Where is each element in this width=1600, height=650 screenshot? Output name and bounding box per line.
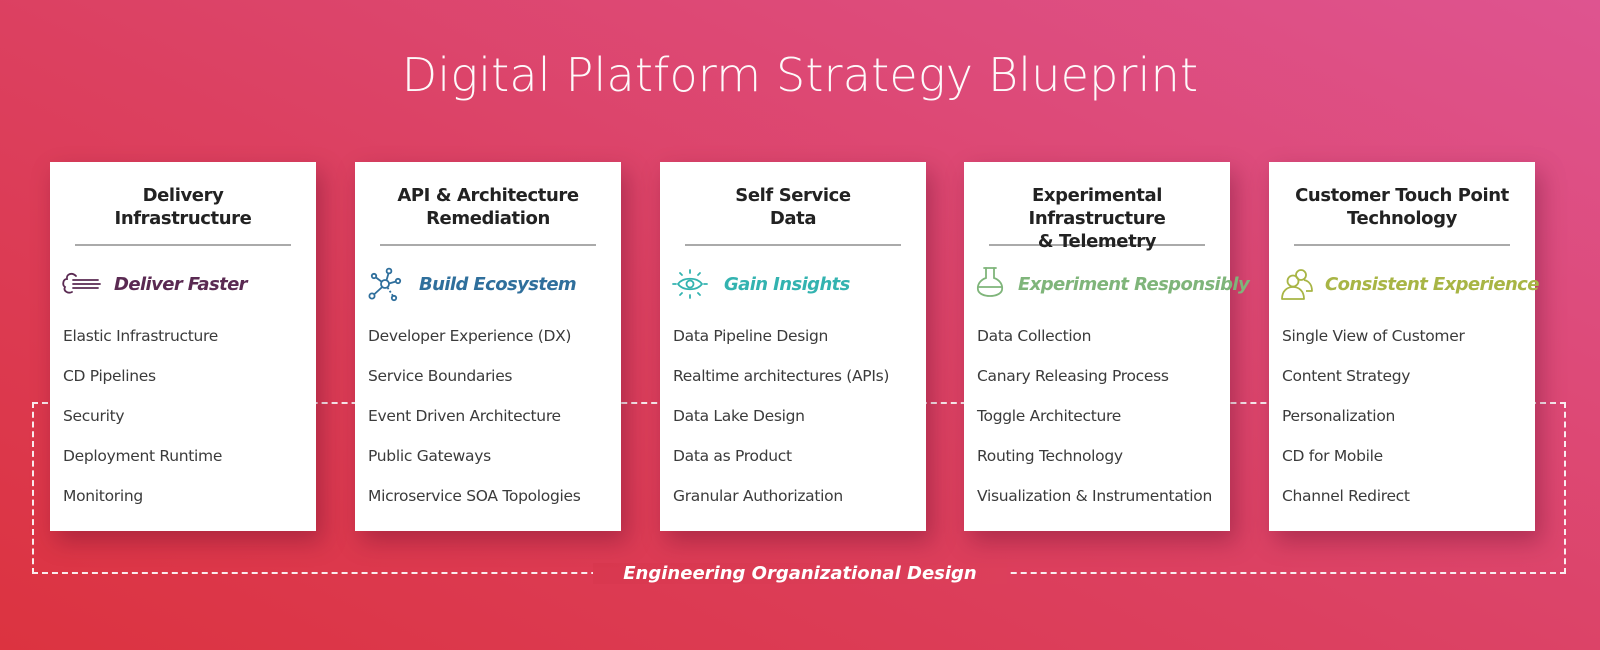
theme-label: Consistent Experience xyxy=(1325,273,1539,295)
list-item: Public Gateways xyxy=(368,447,491,465)
pillar-cards: Delivery Infrastructure Deliver Faster E… xyxy=(0,162,1600,532)
item-list: Data Collection Canary Releasing Process… xyxy=(964,316,1230,516)
card-title: API & Architecture Remediation xyxy=(397,185,579,229)
item-list: Single View of Customer Content Strategy… xyxy=(1269,316,1535,516)
card-theme: Consistent Experience xyxy=(1269,266,1539,302)
card-theme: Build Ecosystem xyxy=(355,266,621,302)
item-list: Data Pipeline Design Realtime architectu… xyxy=(660,316,926,516)
card-theme: Experiment Responsibly xyxy=(964,266,1250,302)
list-item: Microservice SOA Topologies xyxy=(368,487,581,505)
list-item: Security xyxy=(63,407,125,425)
list-item: Elastic Infrastructure xyxy=(63,327,218,345)
divider xyxy=(1294,244,1510,246)
wind-cloud-icon xyxy=(62,272,101,294)
theme-label: Deliver Faster xyxy=(114,273,248,295)
list-item: Data Lake Design xyxy=(673,407,805,425)
theme-label: Build Ecosystem xyxy=(419,273,577,295)
list-item: Data Pipeline Design xyxy=(673,327,829,345)
divider xyxy=(75,244,291,246)
list-item: Visualization & Instrumentation xyxy=(977,487,1213,505)
card-title: Delivery Infrastructure xyxy=(114,185,252,229)
divider xyxy=(380,244,596,246)
theme-label: Gain Insights xyxy=(724,273,850,295)
list-item: CD Pipelines xyxy=(63,367,156,385)
card-self-service-data: Self Service Data Gain Insights Data Pip… xyxy=(660,162,926,531)
users-icon xyxy=(1281,269,1313,300)
item-list: Elastic Infrastructure CD Pipelines Secu… xyxy=(50,316,316,516)
card-theme: Deliver Faster xyxy=(50,266,316,302)
list-item: Data as Product xyxy=(673,447,792,465)
card-experimental-infrastructure: Experimental Infrastructure & Telemetry … xyxy=(964,162,1250,531)
card-api-architecture: API & Architecture Remediation Build Eco… xyxy=(355,162,621,531)
list-item: Personalization xyxy=(1282,407,1396,425)
list-item: Realtime architectures (APIs) xyxy=(673,367,890,385)
divider xyxy=(685,244,901,246)
list-item: Service Boundaries xyxy=(368,367,513,385)
list-item: Content Strategy xyxy=(1282,367,1411,385)
list-item: Event Driven Architecture xyxy=(368,407,561,425)
list-item: Data Collection xyxy=(977,327,1092,345)
list-item: Granular Authorization xyxy=(673,487,843,505)
network-hub-icon xyxy=(368,267,402,302)
card-title: Customer Touch Point Technology xyxy=(1295,185,1509,229)
card-delivery-infrastructure: Delivery Infrastructure Deliver Faster E… xyxy=(50,162,316,531)
theme-label: Experiment Responsibly xyxy=(1018,273,1250,295)
card-title: Self Service Data xyxy=(735,185,851,229)
list-item: Routing Technology xyxy=(977,447,1123,465)
list-item: Single View of Customer xyxy=(1282,327,1465,345)
flask-icon xyxy=(976,267,1004,297)
list-item: Monitoring xyxy=(63,487,143,505)
card-title: Experimental Infrastructure & Telemetry xyxy=(1028,185,1166,252)
list-item: Channel Redirect xyxy=(1282,487,1410,505)
list-item: Canary Releasing Process xyxy=(977,367,1169,385)
eye-insight-icon xyxy=(672,269,708,299)
list-item: Toggle Architecture xyxy=(977,407,1121,425)
item-list: Developer Experience (DX) Service Bounda… xyxy=(355,316,621,516)
list-item: Deployment Runtime xyxy=(63,447,223,465)
page-title: Digital Platform Strategy Blueprint xyxy=(401,48,1199,102)
list-item: CD for Mobile xyxy=(1282,447,1383,465)
card-theme: Gain Insights xyxy=(660,266,926,302)
list-item: Developer Experience (DX) xyxy=(368,327,572,345)
card-customer-touch-point: Customer Touch Point Technology Consiste… xyxy=(1269,162,1539,531)
